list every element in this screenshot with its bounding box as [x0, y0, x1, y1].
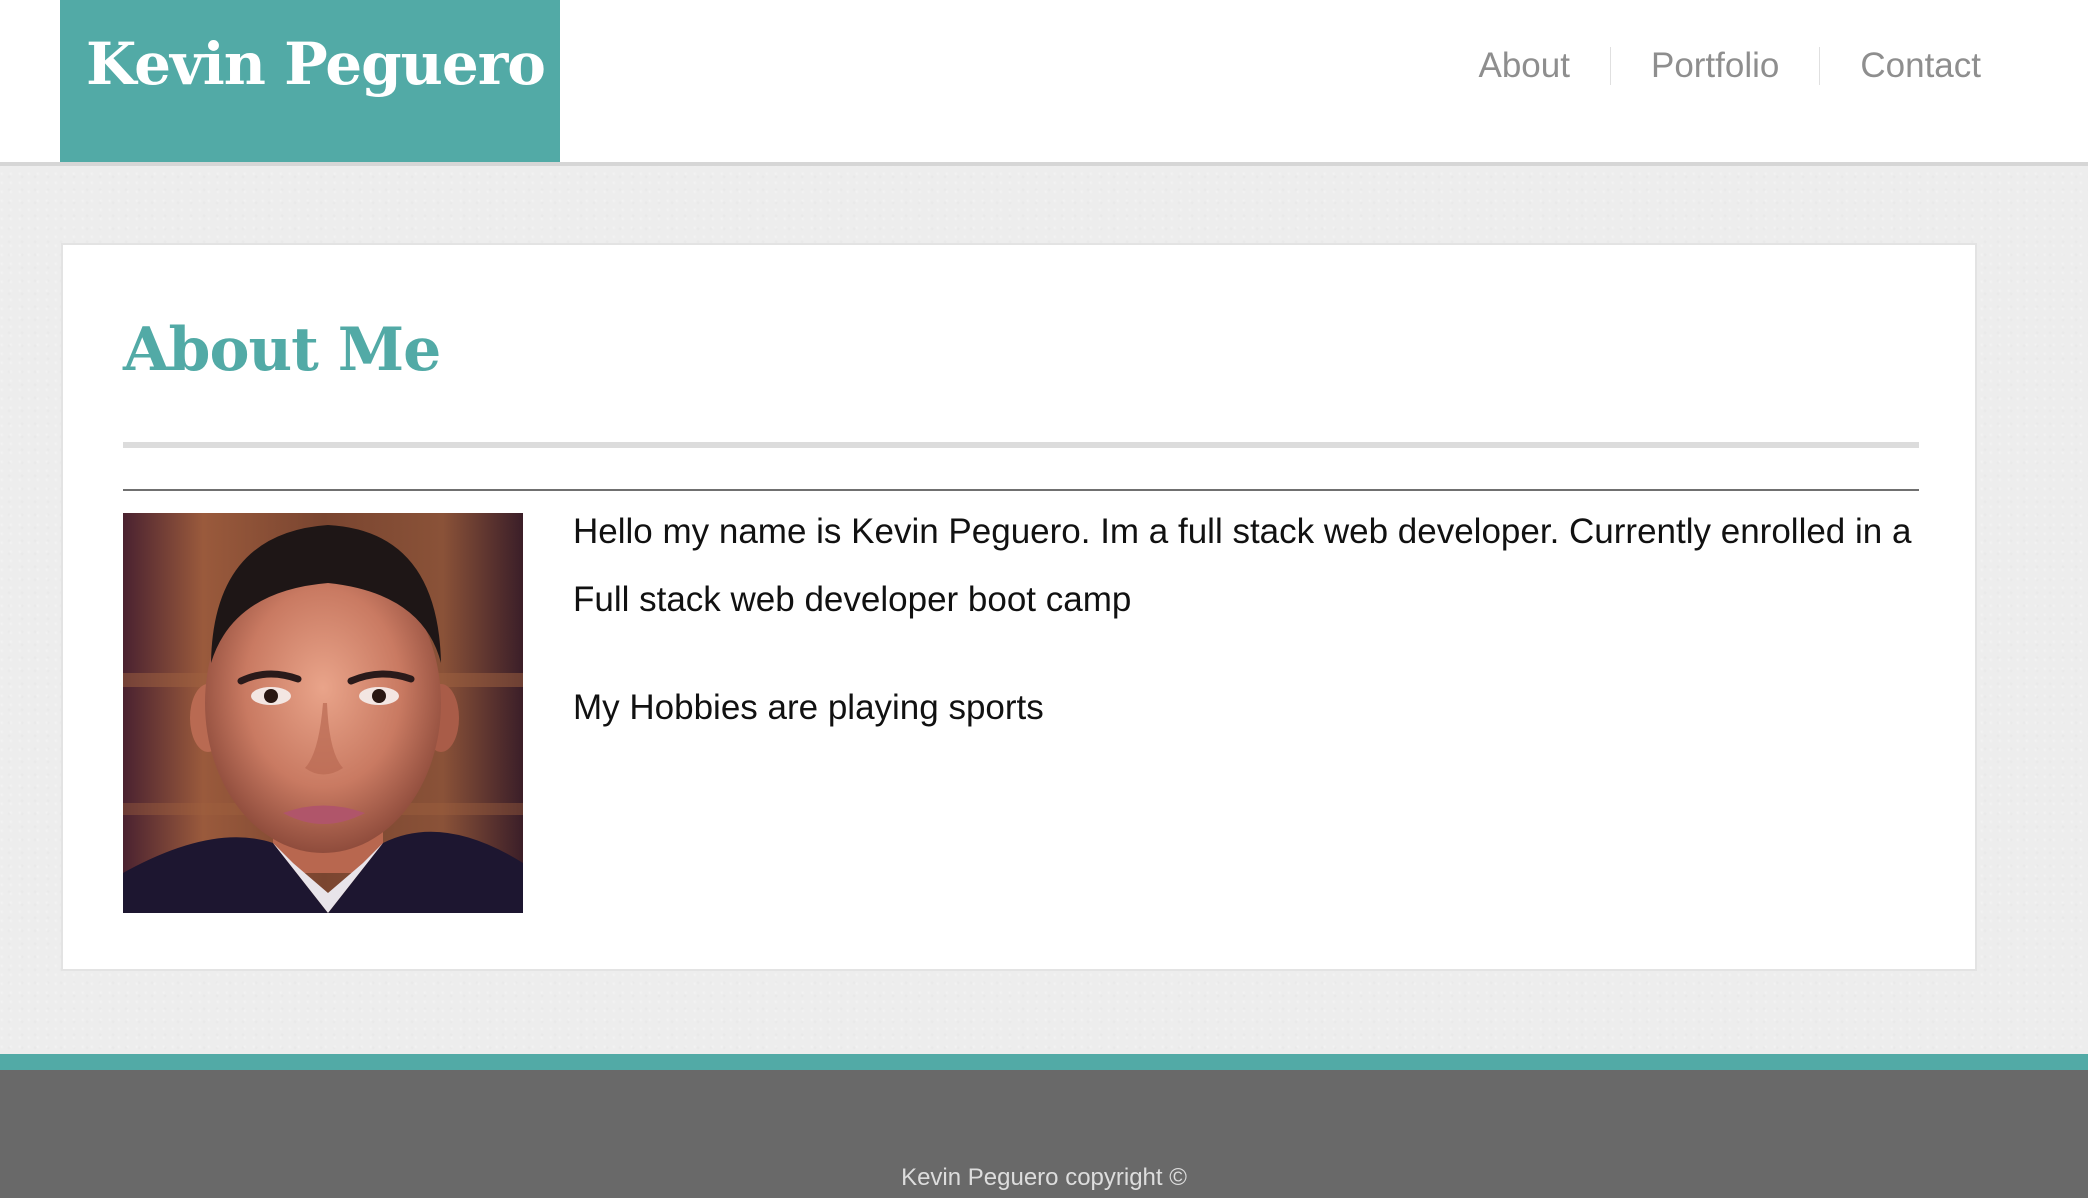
nav-link-about[interactable]: About: [1439, 44, 1610, 88]
content-divider: [123, 489, 1919, 491]
main-nav: About Portfolio Contact: [1439, 44, 1981, 88]
intro-paragraph: Hello my name is Kevin Peguero. Im a ful…: [573, 512, 1912, 619]
site-header: Kevin Peguero About Portfolio Contact: [0, 0, 2088, 166]
copyright-text: Kevin Peguero copyright ©: [901, 1164, 1187, 1191]
logo-text[interactable]: Kevin Peguero: [86, 30, 546, 98]
site-footer: Kevin Peguero copyright ©: [0, 1054, 2088, 1198]
profile-photo: [123, 513, 523, 913]
hobbies-paragraph: My Hobbies are playing sports: [573, 688, 1044, 727]
nav-link-portfolio[interactable]: Portfolio: [1611, 44, 1819, 88]
logo[interactable]: Kevin Peguero: [60, 0, 560, 162]
page-title: About Me: [123, 315, 441, 385]
nav-link-contact[interactable]: Contact: [1820, 44, 1981, 88]
profile-photo-illustration: [123, 513, 523, 913]
title-divider: [123, 442, 1919, 448]
about-card: About Me Hello my name is Kevin Peguero.…: [61, 243, 1977, 971]
about-text: Hello my name is Kevin Peguero. Im a ful…: [573, 498, 1923, 782]
